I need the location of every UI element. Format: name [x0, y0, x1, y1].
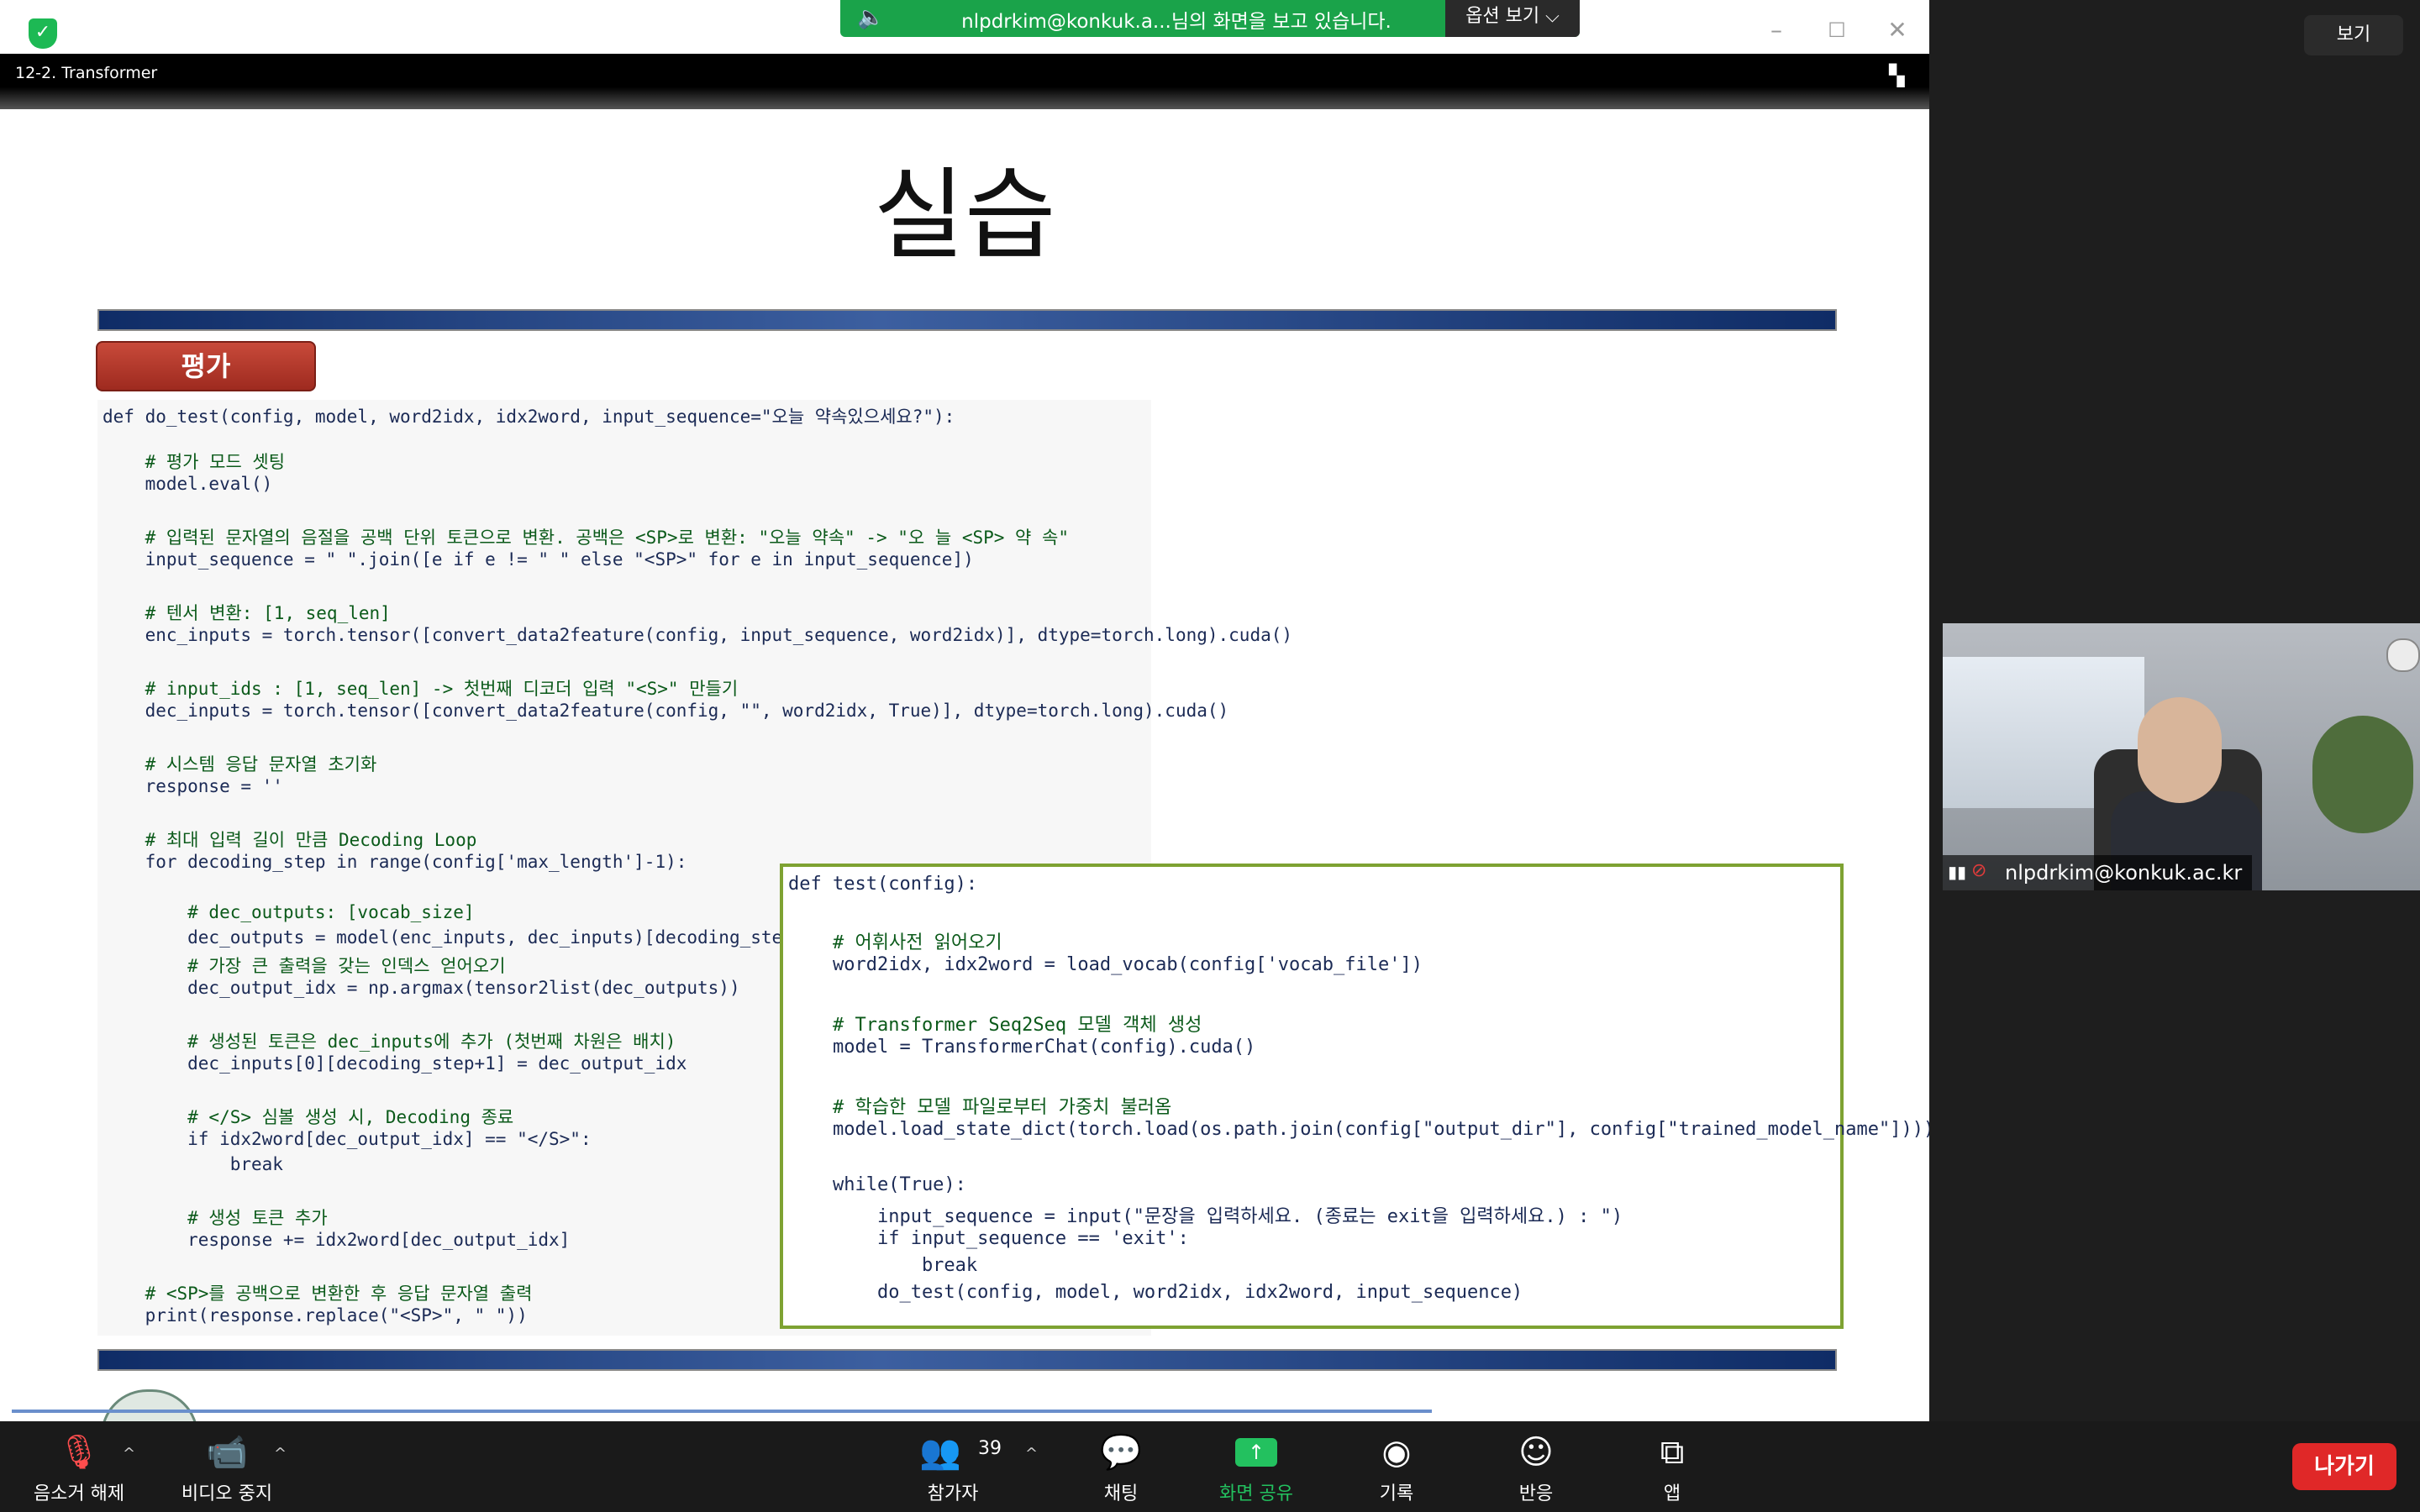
eval-badge: 평가 — [96, 341, 316, 391]
reactions-label: 반응 — [1518, 1483, 1554, 1504]
chat-button[interactable]: 💬 채팅 — [1062, 1421, 1180, 1512]
share-banner: 🔈 nlpdrkim@konkuk.a...님의 화면을 보고 있습니다. 옵션… — [840, 0, 1580, 37]
video-person-head — [2138, 697, 2222, 803]
shared-screen: ✓ – ☐ ✕ 12-2. Transformer ▚ 실습 평가 def do… — [0, 0, 1929, 1421]
view-button[interactable]: 보기 — [2304, 15, 2403, 55]
code-line: input_sequence = " ".join([e if e != " "… — [103, 549, 974, 570]
code-line: # <SP>를 공백으로 변환한 후 응답 문자열 출력 — [103, 1284, 533, 1304]
video-clock — [2386, 638, 2420, 672]
apps-label: 앱 — [1663, 1483, 1681, 1504]
code-line: # </S> 심볼 생성 시, Decoding 종료 — [103, 1107, 514, 1127]
code-line: # 시스템 응답 문자열 초기화 — [103, 754, 377, 774]
meeting-toolbar: 🎙 음소거 해제 ^ 📹 비디오 중지 ^ 👥 참가자 39 ^ 💬 채팅 ↑ … — [0, 1421, 2420, 1512]
code-line: print(response.replace("<SP>", " ")) — [103, 1305, 528, 1326]
code-line: model.load_state_dict(torch.load(os.path… — [788, 1119, 1929, 1140]
chat-icon: 💬 — [1100, 1433, 1142, 1472]
zoom-meeting-window: ✓ – ☐ ✕ 12-2. Transformer ▚ 실습 평가 def do… — [0, 0, 2420, 1512]
code-line: input_sequence = input("문장을 입력하세요. (종료는 … — [788, 1206, 1623, 1227]
code-line: do_test(config, model, word2idx, idx2wor… — [788, 1282, 1523, 1303]
university-seal — [101, 1389, 198, 1421]
participant-name: nlpdrkim@konkuk.ac.kr — [2005, 861, 2243, 885]
slide-title: 실습 — [873, 157, 1056, 273]
participants-label: 참가자 — [927, 1483, 979, 1504]
code-line: dec_inputs = torch.tensor([convert_data2… — [103, 701, 1229, 721]
code-line: if input_sequence == 'exit': — [788, 1228, 1189, 1249]
chat-label: 채팅 — [1103, 1483, 1139, 1504]
apps-button[interactable]: ⧉ 앱 — [1613, 1421, 1731, 1512]
code-line: break — [103, 1154, 283, 1174]
code-line: # 학습한 모델 파일로부터 가중치 불러옴 — [788, 1097, 1172, 1118]
slide-header-title: 12-2. Transformer — [15, 64, 158, 82]
mic-muted-icon: ⊘ — [1971, 860, 1987, 881]
share-banner-text: nlpdrkim@konkuk.a...님의 화면을 보고 있습니다. — [961, 11, 1392, 33]
stop-video-button[interactable]: 📹 비디오 중지 — [168, 1421, 286, 1512]
code-line: word2idx, idx2word = load_vocab(config['… — [788, 954, 1423, 975]
code-line: # 생성된 토큰은 dec_inputs에 추가 (첫번째 차원은 배치) — [103, 1032, 676, 1052]
code-line: dec_inputs[0][decoding_step+1] = dec_out… — [103, 1053, 687, 1074]
code-line: # 어휘사전 읽어오기 — [788, 932, 1002, 953]
code-line: for decoding_step in range(config['max_l… — [103, 852, 687, 872]
code-line: response = '' — [103, 776, 283, 796]
video-options-caret[interactable]: ^ — [274, 1445, 287, 1462]
code-line: break — [788, 1255, 978, 1276]
stop-video-label: 비디오 중지 — [181, 1483, 273, 1504]
code-line: if idx2word[dec_output_idx] == "</S>": — [103, 1129, 592, 1149]
view-button-label: 보기 — [2336, 24, 2371, 45]
grid-icon[interactable]: ▚ — [1889, 64, 1904, 87]
code-line: dec_outputs = model(enc_inputs, dec_inpu… — [103, 927, 868, 948]
participant-count: 39 — [978, 1438, 1002, 1459]
participants-button[interactable]: 👥 참가자 — [894, 1421, 1012, 1512]
divider-bar-bottom — [97, 1349, 1837, 1371]
video-plant — [2312, 716, 2413, 833]
close-icon[interactable]: ✕ — [1881, 15, 1914, 45]
video-icon: 📹 — [206, 1433, 248, 1472]
code-line: response += idx2word[dec_output_idx] — [103, 1230, 571, 1250]
record-icon: ◉ — [1381, 1433, 1412, 1472]
code-line: while(True): — [788, 1174, 966, 1195]
slide-progress-strip — [12, 1410, 1432, 1413]
code-line: # 텐서 변환: [1, seq_len] — [103, 603, 391, 623]
share-screen-button[interactable]: ↑ 화면 공유 — [1197, 1421, 1316, 1512]
mic-muted-icon: 🎙 — [57, 1433, 101, 1472]
reactions-icon: ☺ — [1518, 1433, 1554, 1472]
code-line: model = TransformerChat(config).cuda() — [788, 1037, 1256, 1058]
code-line: # Transformer Seq2Seq 모델 객체 생성 — [788, 1015, 1202, 1036]
share-icon: ↑ — [1235, 1438, 1277, 1467]
record-label: 기록 — [1379, 1483, 1414, 1504]
code-line: dec_output_idx = np.argmax(tensor2list(d… — [103, 978, 740, 998]
code-line: # input_ids : [1, seq_len] -> 첫번째 디코더 입력… — [103, 679, 739, 699]
code-line: # dec_outputs: [vocab_size] — [103, 902, 475, 922]
slide-header: 12-2. Transformer ▚ — [0, 54, 1929, 109]
reactions-button[interactable]: ☺ 반응 — [1477, 1421, 1595, 1512]
unmute-button[interactable]: 🎙 음소거 해제 — [20, 1421, 138, 1512]
speaker-icon[interactable]: 🔈 — [857, 5, 884, 30]
shield-icon[interactable]: ✓ — [29, 18, 57, 49]
code-line: # 생성 토큰 추가 — [103, 1208, 328, 1228]
code-line: # 평가 모드 셋팅 — [103, 452, 286, 472]
code-line: model.eval() — [103, 474, 273, 494]
unmute-label: 음소거 해제 — [33, 1483, 125, 1504]
participant-video[interactable]: ▮▮ ⊘ nlpdrkim@konkuk.ac.kr — [1943, 623, 2420, 890]
code-line: enc_inputs = torch.tensor([convert_data2… — [103, 625, 1293, 645]
participants-options-caret[interactable]: ^ — [1025, 1445, 1038, 1462]
maximize-icon[interactable]: ☐ — [1820, 15, 1854, 45]
audio-options-caret[interactable]: ^ — [123, 1445, 135, 1462]
code-line: def do_test(config, model, word2idx, idx… — [103, 407, 955, 427]
divider-bar-top — [97, 309, 1837, 331]
leave-button[interactable]: 나가기 — [2292, 1443, 2396, 1490]
apps-icon: ⧉ — [1660, 1433, 1685, 1472]
minimize-icon[interactable]: – — [1760, 15, 1793, 45]
code-line: def test(config): — [788, 874, 978, 895]
participant-nameplate: ▮▮ ⊘ nlpdrkim@konkuk.ac.kr — [1943, 855, 2253, 890]
code-line: # 입력된 문자열의 음절을 공백 단위 토큰으로 변환. 공백은 <SP>로 … — [103, 528, 1069, 548]
share-screen-label: 화면 공유 — [1219, 1483, 1293, 1504]
code-line: # 가장 큰 출력을 갖는 인덱스 얻어오기 — [103, 956, 506, 976]
view-options-button[interactable]: 옵션 보기 ⌵ — [1445, 0, 1580, 37]
code-box: def test(config): # 어휘사전 읽어오기 word2idx, … — [780, 864, 1929, 1329]
code-line: # 최대 입력 길이 만큼 Decoding Loop — [103, 830, 477, 850]
signal-icon: ▮▮ — [1948, 862, 1967, 882]
record-button[interactable]: ◉ 기록 — [1338, 1421, 1455, 1512]
